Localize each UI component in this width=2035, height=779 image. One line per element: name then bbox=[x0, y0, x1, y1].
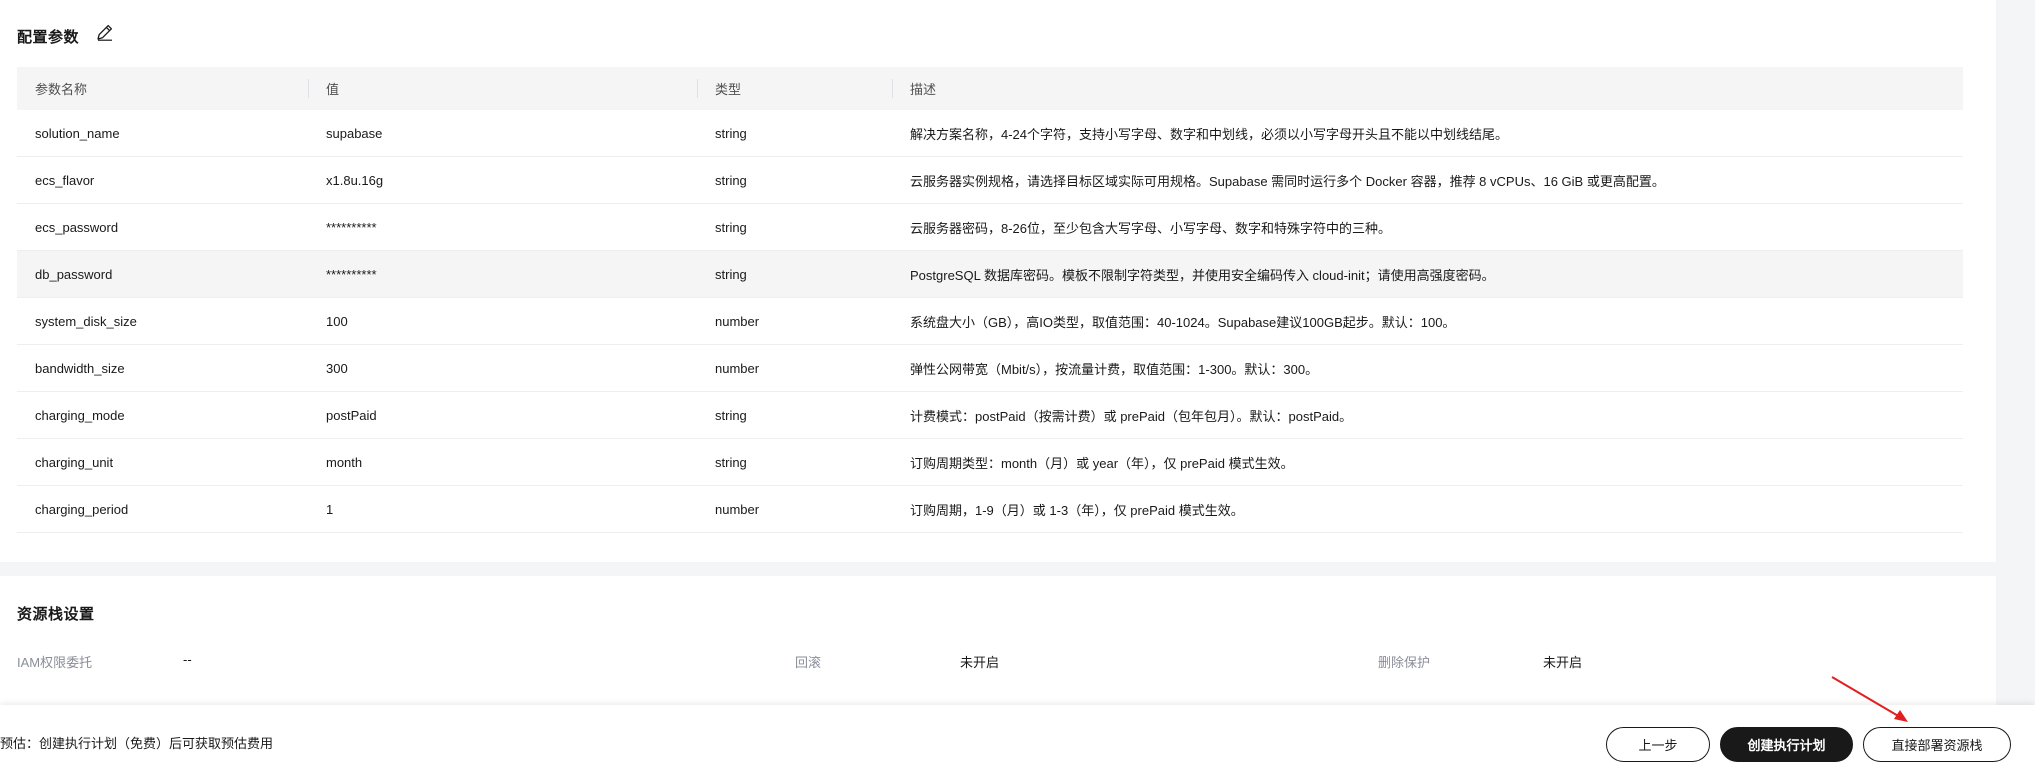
param-value: 300 bbox=[326, 360, 348, 376]
delete-protection-label: 删除保护 bbox=[1378, 652, 1430, 671]
param-name: ecs_password bbox=[35, 219, 119, 235]
delete-protection-key: 删除保护 bbox=[1378, 655, 1431, 670]
config-title: 配置参数 bbox=[17, 29, 80, 46]
table-row: db_password ********** string PostgreSQL… bbox=[17, 251, 1963, 298]
stack-settings-title: 资源栈设置 bbox=[17, 606, 95, 623]
iam-delegation-val: -- bbox=[183, 652, 192, 667]
param-name: bandwidth_size bbox=[35, 360, 125, 376]
delete-protection-val: 未开启 bbox=[1543, 655, 1583, 670]
param-type: string bbox=[715, 125, 747, 141]
param-name: charging_unit bbox=[35, 454, 114, 470]
section-divider bbox=[0, 562, 1996, 576]
param-type: number bbox=[715, 313, 760, 329]
param-value: postPaid bbox=[326, 407, 377, 423]
delete-protection-value: 未开启 bbox=[1543, 652, 1582, 671]
param-name: solution_name bbox=[35, 125, 120, 141]
right-gutter bbox=[1996, 0, 2035, 705]
param-name: system_disk_size bbox=[35, 313, 137, 329]
page: 配置参数 参数名称 值 类型 描述 solution_name supabase… bbox=[0, 0, 2035, 779]
deploy-stack-button[interactable]: 直接部署资源栈 bbox=[1863, 727, 2011, 762]
iam-delegation-key: IAM权限委托 bbox=[17, 655, 93, 670]
param-name: ecs_flavor bbox=[35, 172, 95, 188]
param-value: ********** bbox=[326, 219, 377, 235]
table-row: system_disk_size 100 number 系统盘大小（GB），高I… bbox=[17, 298, 1963, 345]
param-value: supabase bbox=[326, 125, 383, 141]
table-row: solution_name supabase string 解决方案名称，4-2… bbox=[17, 110, 1963, 157]
edit-pencil-icon[interactable] bbox=[95, 22, 115, 42]
column-header-name: 参数名称 bbox=[35, 82, 88, 97]
param-desc: 系统盘大小（GB），高IO类型，取值范围：40-1024。Supabase建议1… bbox=[910, 314, 1456, 330]
table-row: ecs_flavor x1.8u.16g string 云服务器实例规格，请选择… bbox=[17, 157, 1963, 204]
param-type: string bbox=[715, 219, 747, 235]
param-desc: 计费模式：postPaid（按需计费）或 prePaid（包年包月）。默认：po… bbox=[910, 408, 1353, 424]
param-desc: 弹性公网带宽（Mbit/s），按流量计费，取值范围：1-300。默认：300。 bbox=[910, 361, 1319, 377]
param-type: number bbox=[715, 501, 760, 517]
table-row: charging_mode postPaid string 计费模式：postP… bbox=[17, 392, 1963, 439]
param-type: string bbox=[715, 454, 747, 470]
param-desc: PostgreSQL 数据库密码。模板不限制字符类型，并使用安全编码传入 clo… bbox=[910, 267, 1495, 283]
param-value: ********** bbox=[326, 266, 377, 282]
iam-delegation-label: IAM权限委托 bbox=[17, 652, 92, 671]
footer-bar: 预估：创建执行计划（免费）后可获取预估费用 上一步 创建执行计划 直接部署资源栈 bbox=[0, 705, 2035, 779]
rollback-key: 回滚 bbox=[795, 655, 822, 670]
column-header-desc: 描述 bbox=[892, 67, 1963, 110]
column-header-type: 类型 bbox=[697, 67, 892, 110]
iam-delegation-value: -- bbox=[183, 652, 192, 667]
previous-step-button[interactable]: 上一步 bbox=[1606, 727, 1710, 762]
param-type: string bbox=[715, 266, 747, 282]
rollback-label: 回滚 bbox=[795, 652, 821, 671]
table-header: 参数名称 值 类型 描述 bbox=[17, 67, 1963, 110]
param-desc: 订购周期类型：month（月）或 year（年），仅 prePaid 模式生效。 bbox=[910, 455, 1294, 471]
param-value: 1 bbox=[326, 501, 334, 517]
param-value: x1.8u.16g bbox=[326, 172, 384, 188]
column-header-value: 值 bbox=[308, 67, 697, 110]
param-desc: 云服务器密码，8-26位，至少包含大写字母、小写字母、数字和特殊字符中的三种。 bbox=[910, 220, 1392, 236]
param-type: string bbox=[715, 407, 747, 423]
param-desc: 云服务器实例规格，请选择目标区域实际可用规格。Supabase 需同时运行多个 … bbox=[910, 173, 1665, 189]
fee-estimate-text: 预估：创建执行计划（免费）后可获取预估费用 bbox=[0, 736, 274, 751]
rollback-val: 未开启 bbox=[960, 655, 1000, 670]
table-row: charging_unit month string 订购周期类型：month（… bbox=[17, 439, 1963, 486]
param-type: string bbox=[715, 172, 747, 188]
param-value: 100 bbox=[326, 313, 348, 329]
param-desc: 解决方案名称，4-24个字符，支持小写字母、数字和中划线，必须以小写字母开头且不… bbox=[910, 126, 1509, 142]
create-execution-plan-button[interactable]: 创建执行计划 bbox=[1720, 727, 1853, 762]
params-table: 参数名称 值 类型 描述 solution_name supabase stri… bbox=[17, 67, 1963, 533]
table-row: bandwidth_size 300 number 弹性公网带宽（Mbit/s）… bbox=[17, 345, 1963, 392]
param-name: db_password bbox=[35, 266, 113, 282]
param-desc: 订购周期，1-9（月）或 1-3（年），仅 prePaid 模式生效。 bbox=[910, 502, 1244, 518]
table-row: ecs_password ********** string 云服务器密码，8-… bbox=[17, 204, 1963, 251]
param-name: charging_period bbox=[35, 501, 129, 517]
rollback-value: 未开启 bbox=[960, 652, 999, 671]
config-section: 配置参数 参数名称 值 类型 描述 solution_name supabase… bbox=[0, 0, 1996, 562]
param-type: number bbox=[715, 360, 760, 376]
table-row: charging_period 1 number 订购周期，1-9（月）或 1-… bbox=[17, 486, 1963, 533]
param-value: month bbox=[326, 454, 363, 470]
param-name: charging_mode bbox=[35, 407, 125, 423]
